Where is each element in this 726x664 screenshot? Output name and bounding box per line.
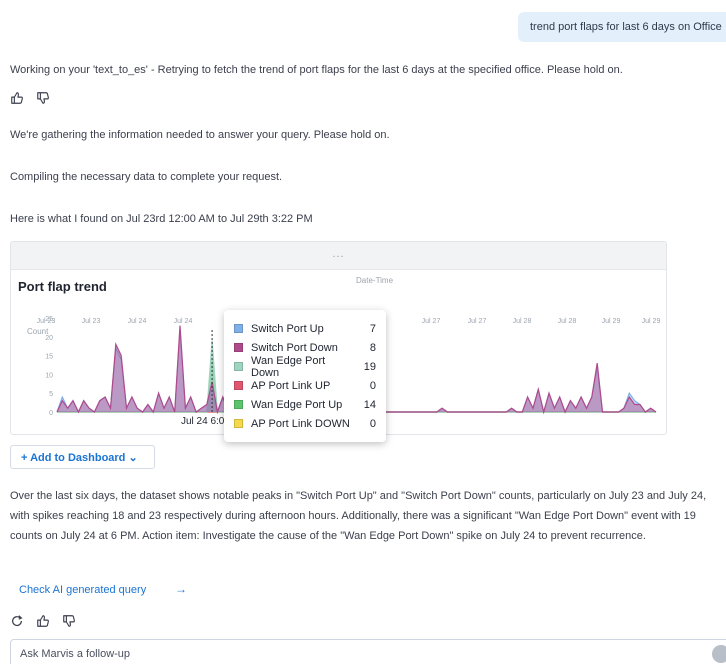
thumbs-down-icon[interactable] <box>36 91 50 105</box>
tooltip-row: Wan Edge Port Up 14 <box>234 395 376 414</box>
tooltip-series-label: AP Port Link DOWN <box>251 417 350 430</box>
send-icon[interactable] <box>712 645 726 663</box>
user-query-bubble: trend port flaps for last 6 days on Offi… <box>518 12 726 42</box>
followup-input[interactable]: Ask Marvis a follow-up <box>10 639 726 664</box>
x-tick-label: Jul 28 <box>513 318 532 325</box>
x-tick-label: Jul 24 <box>174 318 193 325</box>
tooltip-series-label: AP Port Link UP <box>251 379 331 392</box>
tooltip-series-value: 0 <box>369 417 376 430</box>
legend-swatch <box>234 324 243 333</box>
x-tick-label: Jul 29 <box>602 318 621 325</box>
response-actions <box>10 614 76 628</box>
tooltip-series-value: 7 <box>369 322 376 335</box>
tooltip-row: Wan Edge Port Down 19 <box>234 354 376 379</box>
tooltip-series-label: Switch Port Up <box>251 322 324 335</box>
tooltip-row: AP Port Link UP 0 <box>234 376 376 395</box>
legend-swatch <box>234 343 243 352</box>
tooltip-series-value: 8 <box>369 341 376 354</box>
x-tick-label: Jul 28 <box>558 318 577 325</box>
tooltip-series-label: Wan Edge Port Up <box>251 398 343 411</box>
x-tick-label: Jul 27 <box>468 318 487 325</box>
feedback-row <box>10 91 50 105</box>
x-tick-label: Jul 27 <box>422 318 441 325</box>
y-tick-label: 0 <box>49 410 53 417</box>
legend-swatch <box>234 362 243 371</box>
chart-tooltip: Switch Port Up 7 Switch Port Down 8 Wan Edge… <box>224 310 386 442</box>
y-axis-label: Count <box>27 327 49 336</box>
y-tick-label: 10 <box>45 372 53 379</box>
arrow-right-icon[interactable]: → <box>175 582 187 596</box>
tooltip-row: AP Port Link DOWN 0 <box>234 414 376 433</box>
hover-x-label: Jul 24 6:0 <box>181 416 225 427</box>
legend-swatch <box>234 419 243 428</box>
result-intro-text: Here is what I found on Jul 23rd 12:00 A… <box>10 213 313 225</box>
y-tick-label: 5 <box>49 391 53 398</box>
x-tick-label: Jul 23 <box>37 318 56 325</box>
x-tick-label: Jul 23 <box>82 318 101 325</box>
ai-summary-text: Over the last six days, the dataset show… <box>10 490 707 542</box>
legend-swatch <box>234 400 243 409</box>
thumbs-up-icon[interactable] <box>36 614 50 628</box>
tooltip-series-value: 14 <box>363 398 376 411</box>
tooltip-series-value: 19 <box>363 360 376 373</box>
tooltip-series-label: Wan Edge Port Down <box>251 354 326 379</box>
y-tick-label: 15 <box>45 354 53 361</box>
legend-swatch <box>234 381 243 390</box>
thumbs-up-icon[interactable] <box>10 91 24 105</box>
tooltip-row: Switch Port Up 7 <box>234 319 376 338</box>
x-tick-label: Jul 29 <box>642 318 661 325</box>
x-tick-label: Jul 24 <box>128 318 147 325</box>
check-ai-query-link[interactable]: Check AI generated query <box>19 584 146 596</box>
add-to-dashboard-button[interactable]: + Add to Dashboard ⌄ <box>10 445 155 469</box>
refresh-icon[interactable] <box>10 614 24 628</box>
status-message-compiling: Compiling the necessary data to complete… <box>10 171 283 183</box>
tooltip-series-value: 0 <box>369 379 376 392</box>
status-message-gathering: We're gathering the information needed t… <box>10 129 390 141</box>
status-message-working: Working on your 'text_to_es' - Retrying … <box>10 64 623 76</box>
thumbs-down-icon[interactable] <box>62 614 76 628</box>
tooltip-series-label: Switch Port Down <box>251 341 338 354</box>
